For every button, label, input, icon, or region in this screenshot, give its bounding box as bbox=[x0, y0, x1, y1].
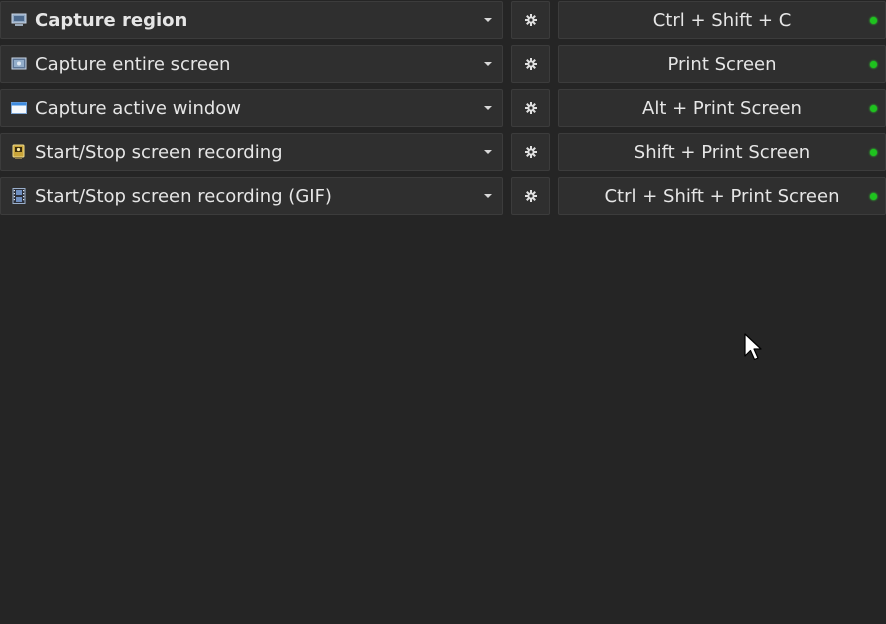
task-dropdown[interactable]: Capture entire screen bbox=[0, 45, 503, 83]
gear-icon bbox=[524, 58, 537, 70]
hotkey-input[interactable]: Ctrl + Shift + C bbox=[558, 1, 886, 39]
settings-button[interactable] bbox=[511, 89, 550, 127]
hotkey-label: Ctrl + Shift + C bbox=[652, 9, 792, 31]
status-dot-icon bbox=[870, 17, 877, 24]
hotkey-label: Print Screen bbox=[667, 53, 777, 75]
hotkey-row: Capture active window Alt + Print Screen bbox=[0, 88, 886, 132]
hotkey-input[interactable]: Alt + Print Screen bbox=[558, 89, 886, 127]
settings-button[interactable] bbox=[511, 133, 550, 171]
hotkey-label: Shift + Print Screen bbox=[633, 141, 811, 163]
gear-icon bbox=[524, 190, 537, 202]
chevron-down-icon[interactable] bbox=[484, 150, 492, 154]
hotkey-row: Start/Stop screen recording Shift + Prin… bbox=[0, 132, 886, 176]
task-dropdown[interactable]: Capture active window bbox=[0, 89, 503, 127]
capture-window-icon bbox=[11, 100, 27, 116]
capture-region-icon bbox=[11, 12, 27, 28]
chevron-down-icon[interactable] bbox=[484, 18, 492, 22]
task-label: Start/Stop screen recording (GIF) bbox=[35, 185, 332, 207]
hotkey-label: Alt + Print Screen bbox=[642, 97, 802, 119]
status-dot-icon bbox=[870, 149, 877, 156]
status-dot-icon bbox=[870, 61, 877, 68]
hotkey-input[interactable]: Print Screen bbox=[558, 45, 886, 83]
gear-icon bbox=[524, 102, 537, 114]
chevron-down-icon[interactable] bbox=[484, 62, 492, 66]
status-dot-icon bbox=[870, 193, 877, 200]
hotkey-input[interactable]: Ctrl + Shift + Print Screen bbox=[558, 177, 886, 215]
hotkey-row: Capture entire screen Print Screen bbox=[0, 44, 886, 88]
gif-recording-icon bbox=[11, 188, 27, 204]
task-label: Capture entire screen bbox=[35, 53, 231, 75]
gear-icon bbox=[524, 146, 537, 158]
hotkey-row: Capture region Ctrl + Shift + C bbox=[0, 0, 886, 44]
task-label: Start/Stop screen recording bbox=[35, 141, 283, 163]
mouse-pointer-icon bbox=[744, 333, 762, 361]
task-dropdown[interactable]: Start/Stop screen recording bbox=[0, 133, 503, 171]
settings-button[interactable] bbox=[511, 177, 550, 215]
gear-icon bbox=[524, 14, 537, 26]
task-label: Capture region bbox=[35, 9, 188, 31]
status-dot-icon bbox=[870, 105, 877, 112]
hotkey-label: Ctrl + Shift + Print Screen bbox=[604, 185, 840, 207]
task-dropdown[interactable]: Capture region bbox=[0, 1, 503, 39]
hotkey-list: Capture region Ctrl + Shift + C Capture … bbox=[0, 0, 886, 220]
chevron-down-icon[interactable] bbox=[484, 106, 492, 110]
chevron-down-icon[interactable] bbox=[484, 194, 492, 198]
settings-button[interactable] bbox=[511, 1, 550, 39]
settings-button[interactable] bbox=[511, 45, 550, 83]
hotkey-row: Start/Stop screen recording (GIF) Ctrl +… bbox=[0, 176, 886, 220]
task-label: Capture active window bbox=[35, 97, 242, 119]
hotkey-input[interactable]: Shift + Print Screen bbox=[558, 133, 886, 171]
screen-recording-icon bbox=[11, 144, 27, 160]
task-dropdown[interactable]: Start/Stop screen recording (GIF) bbox=[0, 177, 503, 215]
capture-screen-icon bbox=[11, 56, 27, 72]
